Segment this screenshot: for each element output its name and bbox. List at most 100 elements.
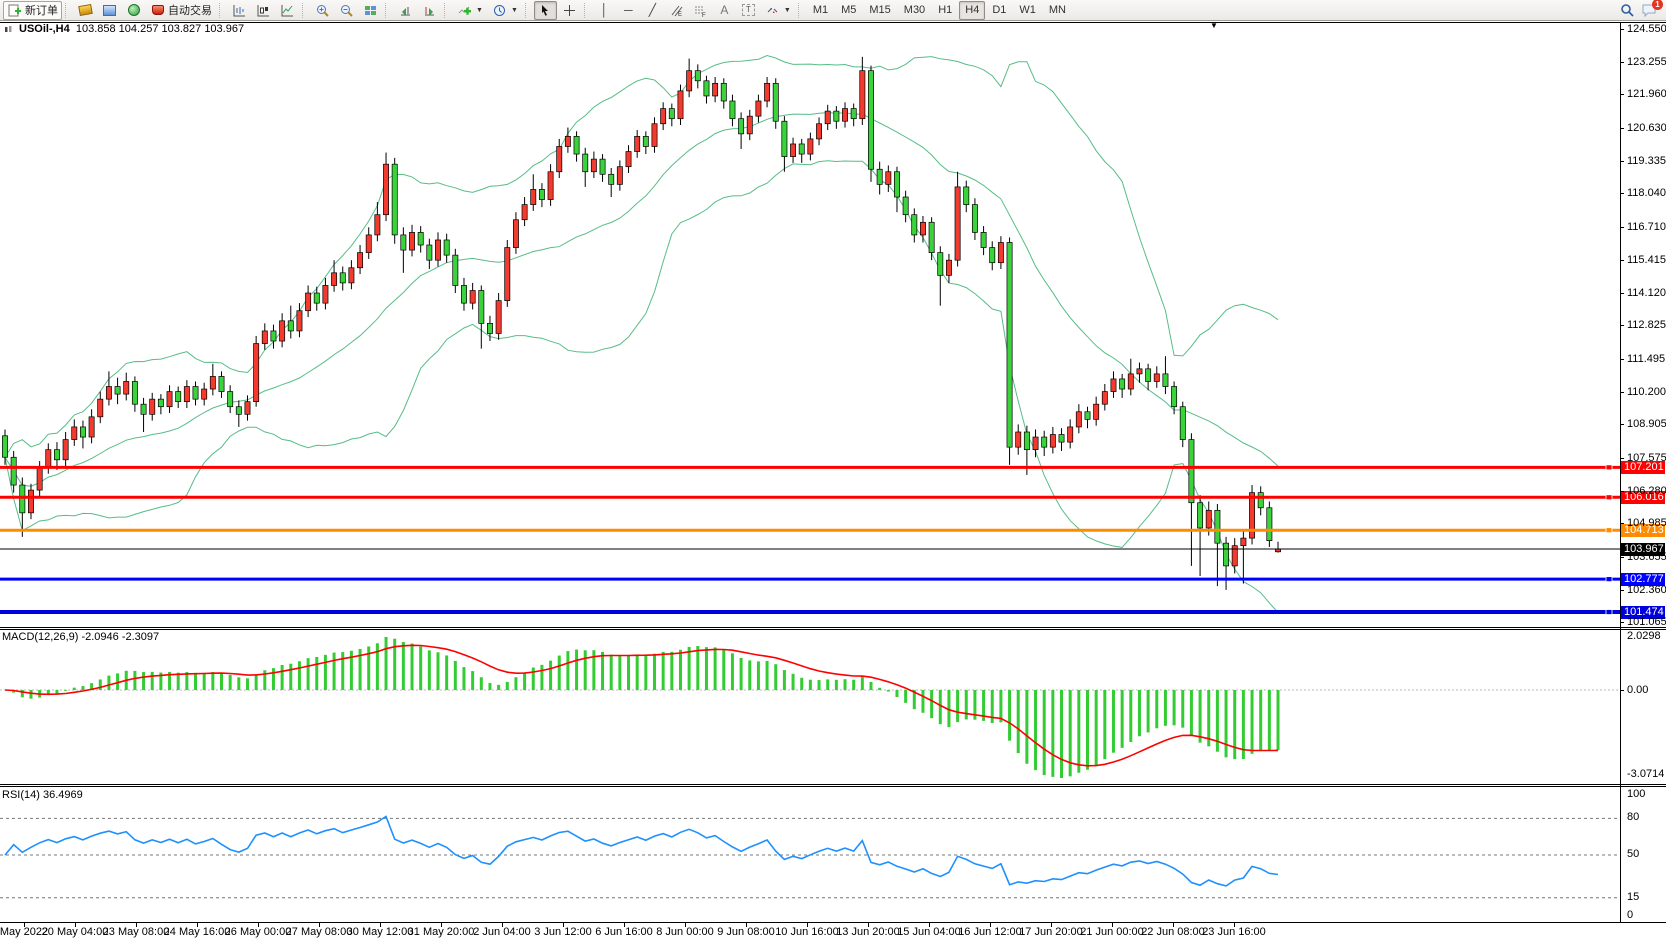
bar-chart-button[interactable] [228, 1, 251, 20]
macd-pane[interactable] [0, 630, 1620, 784]
shift-end-button[interactable] [394, 1, 417, 20]
auto-trading-label: 自动交易 [168, 2, 212, 18]
toolbar-separator [444, 3, 449, 18]
price-tick-label: 101.065 [1627, 616, 1666, 628]
timeframe-m30[interactable]: M30 [898, 1, 931, 20]
toolbar-separator [525, 3, 530, 18]
toolbar-separator [65, 3, 70, 18]
rsi-scale-label: 15 [1627, 891, 1639, 903]
label-button[interactable]: T [737, 1, 760, 20]
price-tick [1620, 29, 1624, 30]
notification-badge: 1 [1652, 0, 1663, 10]
signal-button[interactable] [122, 1, 145, 20]
price-tick-label: 111.495 [1627, 353, 1665, 365]
symbol-name: USOil-,H4 [19, 23, 70, 35]
timeframe-h4[interactable]: H4 [959, 1, 985, 20]
arrows-icon [765, 3, 780, 18]
vertical-line-button[interactable]: │ [593, 1, 616, 20]
price-tick [1620, 491, 1624, 492]
time-axis-label: 23 May 08:00 [103, 926, 170, 938]
data-window-icon [102, 3, 117, 18]
toolbar-separator [219, 3, 224, 18]
new-order-button[interactable]: 新订单 [3, 1, 62, 20]
chat-icon[interactable]: 1 [1642, 3, 1657, 18]
price-tick [1620, 260, 1624, 261]
price-tick [1620, 293, 1624, 294]
price-tick-label: 104.985 [1627, 517, 1666, 529]
price-tick-label: 103.655 [1627, 551, 1666, 563]
text-icon: A [717, 3, 732, 18]
toolbar-separator [385, 3, 390, 18]
data-window-button[interactable] [98, 1, 121, 20]
candlestick-chart-button[interactable] [252, 1, 275, 20]
price-tick-label: 106.280 [1627, 485, 1666, 497]
cursor-button[interactable] [534, 1, 557, 20]
chevron-down-icon: ▼ [784, 7, 791, 14]
trendline-button[interactable]: ╱ [641, 1, 664, 20]
channel-button[interactable]: E [665, 1, 688, 20]
timeframe-h1[interactable]: H1 [932, 1, 958, 20]
fibonacci-button[interactable]: F [689, 1, 712, 20]
timeframe-d1[interactable]: D1 [986, 1, 1012, 20]
price-tick [1620, 392, 1624, 393]
time-axis-label: 8 Jun 00:00 [656, 926, 714, 938]
time-axis-label: 31 May 20:00 [408, 926, 475, 938]
timeframe-mn[interactable]: MN [1043, 1, 1072, 20]
crosshair-button[interactable] [558, 1, 581, 20]
time-axis-label: 30 May 12:00 [347, 926, 414, 938]
time-axis-label: 2 Jun 04:00 [473, 926, 531, 938]
time-axis-label: 21 Jun 00:00 [1080, 926, 1144, 938]
arrows-button[interactable]: ▼ [761, 1, 795, 20]
price-tick-label: 107.575 [1627, 452, 1666, 464]
line-chart-button[interactable] [276, 1, 299, 20]
pane-separator[interactable] [0, 784, 1666, 785]
market-watch-button[interactable] [74, 1, 97, 20]
auto-scroll-button[interactable] [418, 1, 441, 20]
price-tick-label: 123.255 [1627, 56, 1666, 68]
pane-separator[interactable] [0, 627, 1666, 628]
zoom-out-button[interactable] [335, 1, 358, 20]
text-button[interactable]: A [713, 1, 736, 20]
toolbar: 新订单 自动交易 ▼ ▼ │ ─ ╱ E F A T ▼ [0, 0, 1666, 21]
price-tick [1620, 557, 1624, 558]
periods-icon [492, 3, 507, 18]
price-tick-label: 102.360 [1627, 584, 1666, 596]
time-axis-label: 10 Jun 16:00 [775, 926, 839, 938]
timeframe-m15[interactable]: M15 [863, 1, 896, 20]
periods-button[interactable]: ▼ [488, 1, 522, 20]
auto-scroll-icon [422, 3, 437, 18]
price-pane[interactable] [0, 22, 1620, 627]
indicators-button[interactable]: ▼ [453, 1, 487, 20]
rsi-scale-label: 100 [1627, 788, 1645, 800]
auto-trading-button[interactable]: 自动交易 [146, 1, 216, 20]
macd-tick [1620, 690, 1624, 691]
trendline-icon: ╱ [645, 3, 660, 18]
tile-windows-button[interactable] [359, 1, 382, 20]
macd-scale-label: 2.0298 [1627, 630, 1661, 642]
timeframe-group: M1M5M15M30H1H4D1W1MN [807, 1, 1072, 20]
shift-end-icon [398, 3, 413, 18]
channel-icon: E [669, 3, 684, 18]
time-axis-label: 22 Jun 08:00 [1141, 926, 1205, 938]
horizontal-line-button[interactable]: ─ [617, 1, 640, 20]
price-tick [1620, 94, 1624, 95]
timeframe-m5[interactable]: M5 [835, 1, 862, 20]
price-tick-label: 112.825 [1627, 319, 1666, 331]
price-tick [1620, 193, 1624, 194]
new-order-icon [7, 3, 22, 18]
chevron-down-icon: ▼ [476, 7, 483, 14]
timeframe-w1[interactable]: W1 [1013, 1, 1042, 20]
timeframe-m1[interactable]: M1 [807, 1, 834, 20]
toolbar-separator [798, 3, 803, 18]
zoom-in-button[interactable] [311, 1, 334, 20]
time-axis-label: 13 Jun 20:00 [836, 926, 900, 938]
time-axis-label: 9 Jun 08:00 [717, 926, 775, 938]
price-tick-label: 124.550 [1627, 23, 1666, 35]
search-icon[interactable] [1619, 3, 1634, 18]
toolbar-separator [302, 3, 307, 18]
price-tick-label: 108.905 [1627, 418, 1666, 430]
price-tick [1620, 590, 1624, 591]
price-tick-label: 118.040 [1627, 187, 1666, 199]
candlestick-chart-icon [256, 3, 271, 18]
rsi-pane[interactable] [0, 787, 1620, 922]
